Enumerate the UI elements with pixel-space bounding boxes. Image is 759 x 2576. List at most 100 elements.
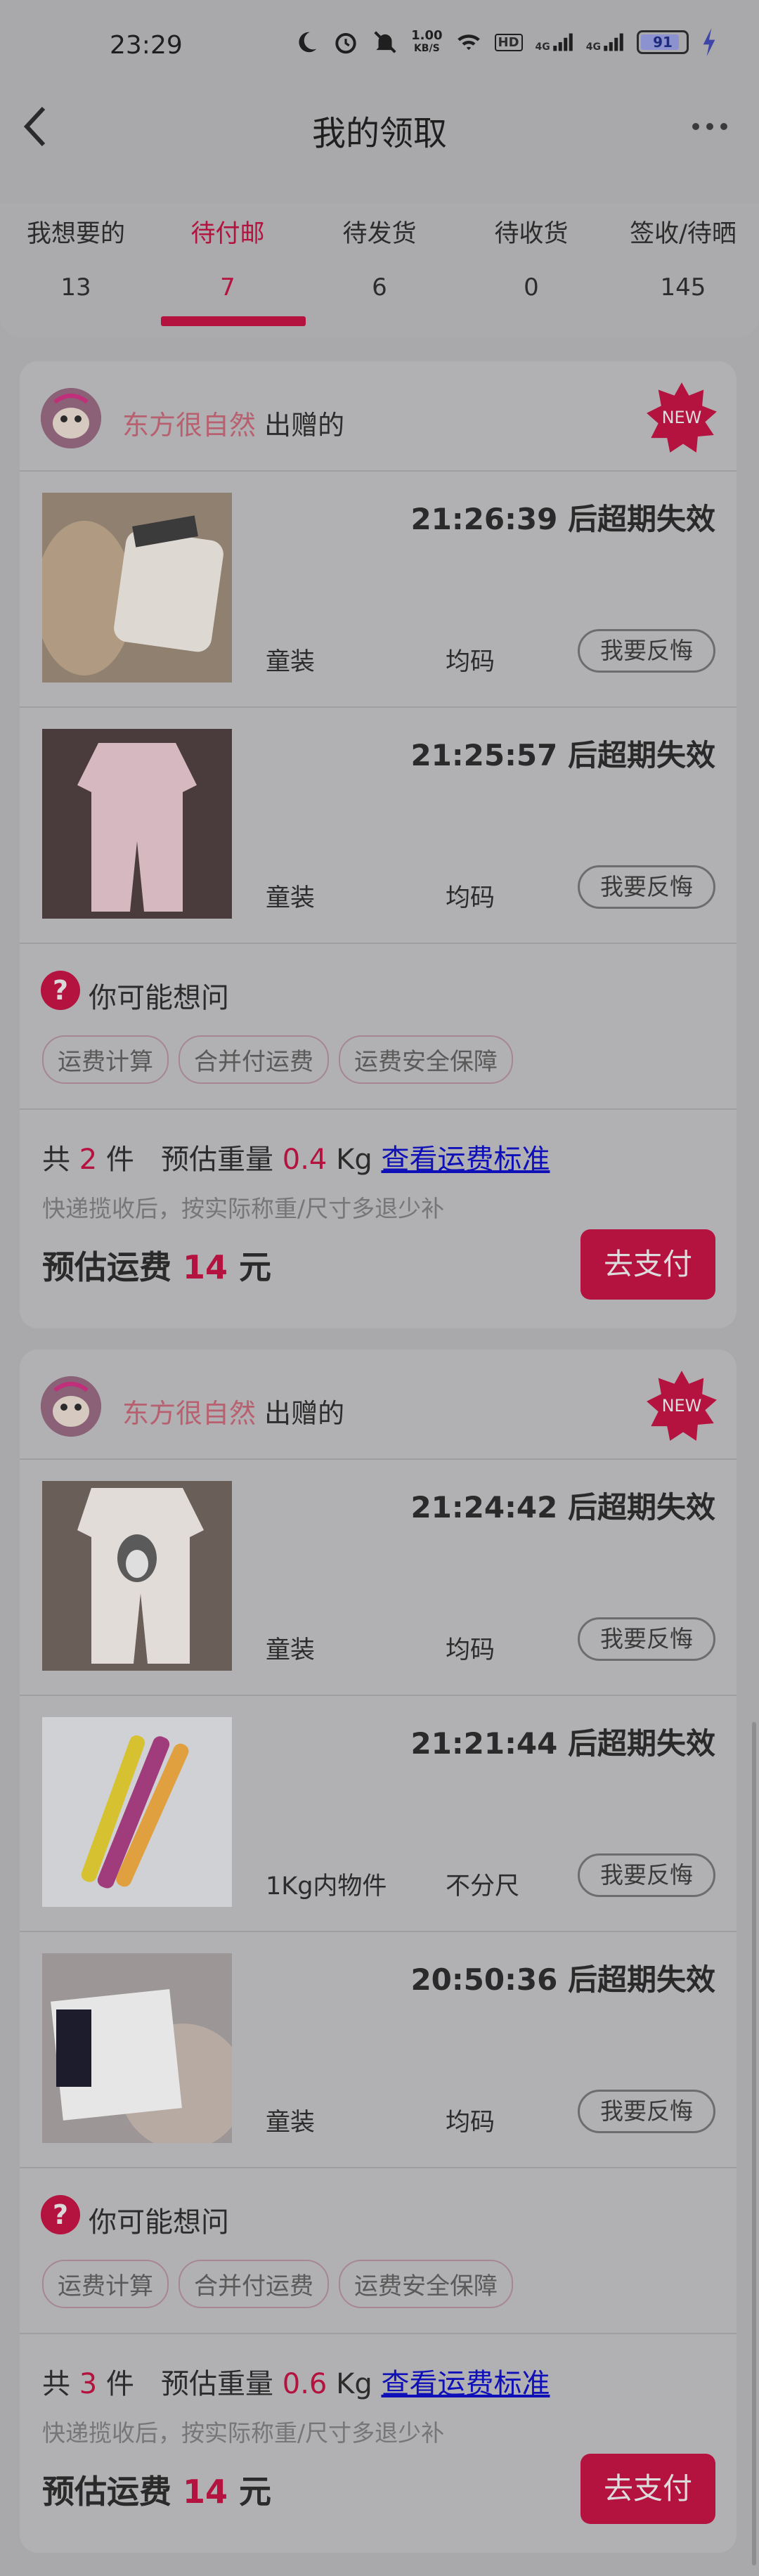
battery-icon: 91 <box>637 30 689 54</box>
faq-chip[interactable]: 运费安全保障 <box>339 2260 513 2308</box>
item-size: 均码 <box>446 648 495 676</box>
giver-name[interactable]: 东方很自然 <box>122 1398 256 1429</box>
faq-chips: 运费计算 合并付运费 运费安全保障 <box>42 1035 513 1084</box>
item-size: 不分尺 <box>446 1872 520 1901</box>
tab-count: 6 <box>372 273 387 302</box>
status-bar: 23:29 1.00 KB/S HD 4G 4G 91 <box>0 0 759 98</box>
item-category: 1Kg内物件 <box>266 1872 387 1901</box>
tab-wanted[interactable]: 我想要的 13 <box>0 204 152 302</box>
tab-label: 签收/待晒 <box>630 220 737 248</box>
tab-pending-receipt[interactable]: 待收货 0 <box>455 204 607 302</box>
expiry-countdown: 21:24:42 后超期失效 <box>410 1490 715 1525</box>
active-tab-indicator <box>161 316 306 326</box>
alarm-icon <box>335 32 356 54</box>
new-badge: NEW <box>645 1369 718 1442</box>
item-category: 童装 <box>266 884 316 912</box>
item-photo[interactable] <box>42 1717 232 1907</box>
shipping-standard-link[interactable]: 查看运费标准 <box>381 1144 550 1176</box>
expiry-countdown: 21:25:57 后超期失效 <box>410 738 715 772</box>
more-options-icon[interactable] <box>689 119 731 134</box>
list-item[interactable]: 21:26:39 后超期失效 童装 均码 我要反悔 <box>20 470 737 708</box>
signal-icon-1: 4G <box>536 32 573 53</box>
list-item[interactable]: 21:24:42 后超期失效 童装 均码 我要反悔 <box>20 1458 737 1696</box>
shipping-standard-link[interactable]: 查看运费标准 <box>381 2368 550 2400</box>
faq-section: ? 你可能想问 运费计算 合并付运费 运费安全保障 <box>20 2167 737 2334</box>
giver-suffix: 出赠的 <box>264 410 345 441</box>
status-tabs: 我想要的 13 待付邮 7 待发货 6 待收货 0 签收/待晒 145 <box>0 204 759 337</box>
status-time: 23:29 <box>110 31 183 60</box>
moon-icon <box>299 32 317 53</box>
giver-name[interactable]: 东方很自然 <box>122 410 256 441</box>
faq-chip[interactable]: 运费安全保障 <box>339 1035 513 1084</box>
tab-count: 0 <box>524 273 539 302</box>
new-badge: NEW <box>645 381 718 454</box>
list-item[interactable]: 21:25:57 后超期失效 童装 均码 我要反悔 <box>20 706 737 944</box>
item-size: 均码 <box>446 2109 495 2137</box>
net-speed: 1.00 KB/S <box>411 28 443 55</box>
page-title: 我的领取 <box>311 114 447 153</box>
list-item[interactable]: 20:50:36 后超期失效 童装 均码 我要反悔 <box>20 1931 737 2168</box>
list-item[interactable]: 21:21:44 后超期失效 1Kg内物件 不分尺 我要反悔 <box>20 1695 737 1932</box>
expiry-countdown: 21:21:44 后超期失效 <box>410 1726 715 1761</box>
faq-chip[interactable]: 合并付运费 <box>179 2260 329 2308</box>
shipping-note: 快递揽收后，按实际称重/尺寸多退少补 <box>42 2419 445 2447</box>
giver-suffix: 出赠的 <box>264 1398 345 1429</box>
item-size: 均码 <box>446 884 495 912</box>
faq-chips: 运费计算 合并付运费 运费安全保障 <box>42 2260 513 2308</box>
item-photo[interactable] <box>42 1953 232 2143</box>
item-photo[interactable] <box>42 729 232 919</box>
pay-button[interactable]: 去支付 <box>580 1229 715 1300</box>
shipping-summary: 共 2 件 预估重量 0.4 Kg 查看运费标准 快递揽收后，按实际称重/尺寸多… <box>20 1108 737 1333</box>
scrollbar[interactable] <box>752 1722 756 2565</box>
item-category: 童装 <box>266 1636 316 1664</box>
faq-title: 你可能想问 <box>89 982 229 1014</box>
hd-icon: HD <box>494 33 523 51</box>
mute-bell-icon <box>374 31 396 53</box>
question-icon: ? <box>41 971 80 1010</box>
shipping-note: 快递揽收后，按实际称重/尺寸多退少补 <box>42 1195 445 1222</box>
tab-count: 13 <box>60 273 91 302</box>
faq-section: ? 你可能想问 运费计算 合并付运费 运费安全保障 <box>20 943 737 1110</box>
order-card: 东方很自然 出赠的 NEW 21:24:42 后超期失效 童装 均码 我要反悔 … <box>20 1350 737 2553</box>
faq-chip[interactable]: 运费计算 <box>42 1035 169 1084</box>
regret-button[interactable]: 我要反悔 <box>578 865 715 909</box>
giver-line: 东方很自然 出赠的 <box>122 403 344 442</box>
pay-button[interactable]: 去支付 <box>580 2454 715 2524</box>
expiry-countdown: 21:26:39 后超期失效 <box>410 502 715 536</box>
estimated-fee: 预估运费 14 元 <box>42 2473 272 2511</box>
card-header: 东方很自然 出赠的 NEW <box>20 361 737 472</box>
tab-count: 7 <box>220 273 235 302</box>
item-size: 均码 <box>446 1636 495 1664</box>
tab-label: 我想要的 <box>26 220 125 248</box>
tab-received-review[interactable]: 签收/待晒 145 <box>607 204 759 302</box>
card-header: 东方很自然 出赠的 NEW <box>20 1350 737 1460</box>
question-icon: ? <box>41 2195 80 2234</box>
summary-line: 共 2 件 预估重量 0.4 Kg 查看运费标准 <box>42 1144 550 1176</box>
order-card: 东方很自然 出赠的 NEW 21:26:39 后超期失效 童装 均码 我要反悔 … <box>20 361 737 1328</box>
regret-button[interactable]: 我要反悔 <box>578 1617 715 1661</box>
wifi-icon <box>457 34 480 51</box>
status-icons: 1.00 KB/S HD 4G 4G 91 <box>293 28 717 56</box>
giver-line: 东方很自然 出赠的 <box>122 1392 344 1430</box>
regret-button[interactable]: 我要反悔 <box>578 629 715 673</box>
shipping-summary: 共 3 件 预估重量 0.6 Kg 查看运费标准 快递揽收后，按实际称重/尺寸多… <box>20 2333 737 2558</box>
regret-button[interactable]: 我要反悔 <box>578 2090 715 2133</box>
charging-icon <box>703 28 715 56</box>
expiry-countdown: 20:50:36 后超期失效 <box>410 1962 715 1997</box>
avatar[interactable] <box>41 388 101 448</box>
faq-title: 你可能想问 <box>89 2206 229 2239</box>
tab-label: 待收货 <box>494 220 569 248</box>
item-photo[interactable] <box>42 493 232 682</box>
faq-chip[interactable]: 运费计算 <box>42 2260 169 2308</box>
summary-line: 共 3 件 预估重量 0.6 Kg 查看运费标准 <box>42 2368 550 2400</box>
tab-count: 145 <box>660 273 706 302</box>
faq-chip[interactable]: 合并付运费 <box>179 1035 329 1084</box>
signal-icon-2: 4G <box>586 32 624 53</box>
item-photo[interactable] <box>42 1481 232 1671</box>
estimated-fee: 预估运费 14 元 <box>42 1248 272 1286</box>
regret-button[interactable]: 我要反悔 <box>578 1853 715 1897</box>
tab-pending-shipment[interactable]: 待发货 6 <box>304 204 455 302</box>
tab-label: 待付邮 <box>190 220 265 248</box>
avatar[interactable] <box>41 1376 101 1437</box>
tab-pending-postage[interactable]: 待付邮 7 <box>152 204 304 302</box>
